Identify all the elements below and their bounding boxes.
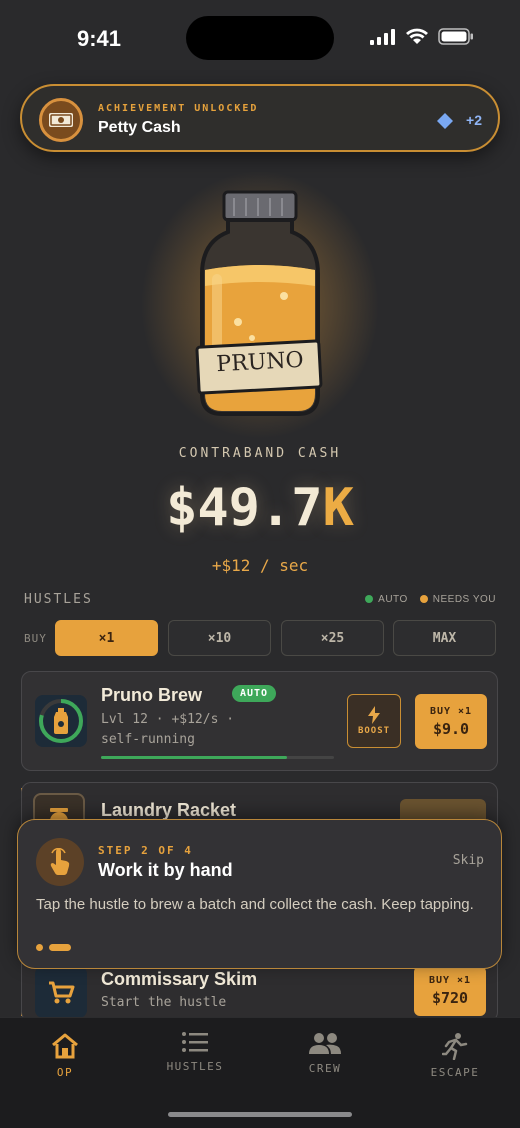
buy-quantity-label: BUY ×1 bbox=[429, 705, 473, 717]
status-legend: AUTO NEEDS YOU bbox=[365, 594, 496, 605]
tutorial-title: Work it by hand bbox=[98, 860, 233, 880]
legend-auto: AUTO bbox=[365, 594, 408, 605]
list-icon bbox=[182, 1032, 208, 1052]
pruno-jar[interactable] bbox=[190, 190, 330, 420]
gem-icon bbox=[437, 113, 453, 129]
tab-label: HUSTLES bbox=[166, 1060, 224, 1073]
hustle-name: Commissary Skim bbox=[101, 969, 258, 989]
cash-amount: $49.7K bbox=[0, 478, 520, 538]
legend-auto-label: AUTO bbox=[378, 594, 408, 605]
buy-quantity-label: BUY ×1 bbox=[428, 975, 472, 986]
tap-hand-icon bbox=[36, 838, 84, 886]
lightning-icon bbox=[368, 706, 380, 724]
wifi-icon bbox=[406, 28, 428, 44]
auto-dot-icon bbox=[365, 595, 374, 603]
cash-label: CONTRABAND CASH bbox=[178, 446, 342, 461]
hustle-progress-fill bbox=[101, 756, 288, 759]
achievement-subtitle: ACHIEVEMENT UNLOCKED bbox=[98, 103, 259, 114]
achievement-title: Petty Cash bbox=[98, 119, 181, 136]
achievement-reward: +2 bbox=[466, 112, 482, 128]
hustle-stats: Lvl 12 · +$12/s · bbox=[101, 712, 235, 727]
hustle-card-pruno-brew[interactable]: Pruno Brew AUTO Lvl 12 · +$12/s · self-r… bbox=[21, 671, 498, 771]
legend-needs-you: NEEDS YOU bbox=[419, 594, 496, 605]
step-dot-active bbox=[49, 944, 71, 951]
status-time: 9:41 bbox=[77, 26, 122, 51]
cash-badge-icon bbox=[39, 98, 83, 142]
buy-price: $720 bbox=[431, 989, 469, 1007]
step-dot bbox=[36, 944, 43, 951]
auto-badge: AUTO bbox=[232, 685, 277, 702]
tab-hustles[interactable]: HUSTLES bbox=[130, 1030, 260, 1073]
buy-x10-button[interactable]: ×10 bbox=[168, 620, 271, 656]
tab-label: ESCAPE bbox=[430, 1066, 480, 1079]
tab-crew[interactable]: CREW bbox=[260, 1032, 390, 1075]
buy-x1-button[interactable]: ×1 bbox=[55, 620, 158, 656]
buy-multiplier-label: BUY bbox=[24, 632, 47, 645]
cash-rate: +$12 / sec bbox=[211, 556, 309, 575]
people-icon bbox=[309, 1033, 341, 1054]
hustle-progress-bar bbox=[101, 756, 334, 759]
cellular-signal-icon bbox=[370, 28, 395, 45]
battery-icon bbox=[438, 28, 473, 45]
cash-amount-value: $49.7 bbox=[166, 478, 323, 538]
boost-label: BOOST bbox=[357, 726, 391, 736]
buy-price: $9.0 bbox=[432, 719, 470, 738]
legend-needs-you-label: NEEDS YOU bbox=[432, 594, 496, 605]
running-icon bbox=[442, 1033, 468, 1060]
status-bar: 9:41 bbox=[0, 0, 520, 76]
cash-amount-suffix: K bbox=[322, 478, 354, 538]
hustles-heading: HUSTLES bbox=[24, 592, 93, 607]
tab-label: CREW bbox=[308, 1062, 342, 1075]
skip-button[interactable]: Skip bbox=[453, 853, 484, 868]
buy-pruno-brew-button[interactable]: BUY ×1 $9.0 bbox=[415, 694, 487, 749]
buy-x25-button[interactable]: ×25 bbox=[281, 620, 384, 656]
tab-label: OP bbox=[56, 1066, 74, 1079]
hustle-status: Start the hustle bbox=[101, 995, 227, 1010]
dynamic-island bbox=[186, 16, 334, 60]
buy-max-button[interactable]: MAX bbox=[393, 620, 496, 656]
hustle-mode: self-running bbox=[101, 732, 195, 747]
pruno-bottle-icon bbox=[35, 695, 87, 747]
status-icons bbox=[370, 28, 474, 45]
needs-you-dot-icon bbox=[419, 595, 428, 603]
tab-op[interactable]: OP bbox=[0, 1032, 130, 1079]
home-icon bbox=[52, 1033, 78, 1059]
tutorial-body: Tap the hustle to brew a batch and colle… bbox=[36, 896, 474, 913]
shopping-cart-icon bbox=[35, 966, 87, 1018]
boost-button[interactable]: BOOST bbox=[347, 694, 401, 748]
hustle-name: Pruno Brew bbox=[101, 685, 203, 705]
tutorial-step: STEP 2 OF 4 bbox=[98, 844, 193, 857]
hustle-name: Laundry Racket bbox=[101, 800, 237, 820]
home-indicator bbox=[168, 1112, 352, 1117]
tutorial-tooltip: STEP 2 OF 4 Work it by hand Skip Tap the… bbox=[17, 819, 502, 969]
tutorial-progress-dots bbox=[36, 944, 71, 951]
achievement-banner[interactable]: ACHIEVEMENT UNLOCKED Petty Cash +2 bbox=[20, 84, 500, 152]
tab-escape[interactable]: ESCAPE bbox=[390, 1032, 520, 1079]
buy-commissary-skim-button[interactable]: BUY ×1 $720 bbox=[414, 966, 486, 1016]
